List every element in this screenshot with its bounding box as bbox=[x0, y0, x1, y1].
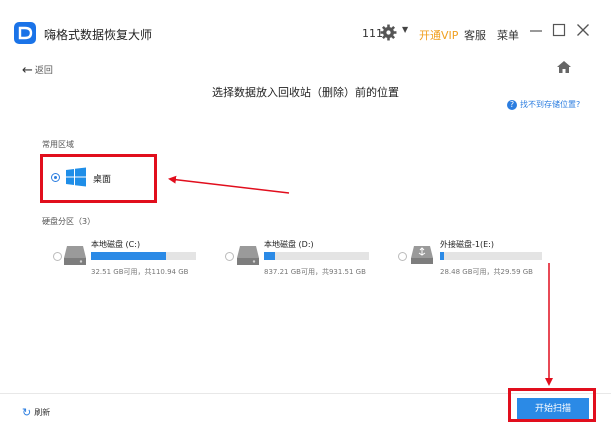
disk-d-usage-bar bbox=[264, 252, 369, 260]
usb-drive-icon bbox=[411, 246, 433, 264]
refresh-label: 刷新 bbox=[34, 408, 51, 417]
vip-button[interactable]: 开通VIP bbox=[419, 27, 458, 43]
refresh-icon: ↻ bbox=[22, 406, 32, 419]
question-icon: ? bbox=[507, 100, 517, 110]
disk-d-name: 本地磁盘 (D:) bbox=[264, 240, 314, 249]
annotation-box-desktop bbox=[40, 154, 157, 203]
disks-section-label: 硬盘分区（3） bbox=[42, 217, 96, 226]
disk-c-size: 32.51 GB可用，共110.94 GB bbox=[91, 268, 189, 276]
disk-c-usage-fill bbox=[91, 252, 166, 260]
maximize-icon[interactable] bbox=[551, 22, 567, 38]
disk-d-usage-fill bbox=[264, 252, 275, 260]
gear-icon[interactable] bbox=[380, 24, 397, 41]
help-link[interactable]: ? 找不到存储位置? bbox=[507, 99, 580, 110]
disk-d-radio[interactable] bbox=[225, 252, 234, 261]
caret-down-icon[interactable]: ▼ bbox=[402, 25, 408, 34]
menu-button[interactable]: 菜单 bbox=[497, 27, 519, 43]
disk-e-radio[interactable] bbox=[398, 252, 407, 261]
common-section-label: 常用区域 bbox=[42, 140, 74, 149]
service-button[interactable]: 客服 bbox=[464, 27, 486, 43]
disk-d-size: 837.21 GB可用，共931.51 GB bbox=[264, 268, 366, 276]
hard-drive-icon bbox=[237, 246, 259, 265]
disk-e-usage-fill bbox=[440, 252, 445, 260]
title-bar: 嗨格式数据恢复大师 111 ▼ 开通VIP 客服 菜单 bbox=[0, 0, 611, 52]
app-logo-icon bbox=[14, 22, 36, 44]
disk-c-usage-bar bbox=[91, 252, 196, 260]
back-label: 返回 bbox=[34, 66, 53, 76]
minimize-icon[interactable] bbox=[528, 22, 544, 38]
disk-c-radio[interactable] bbox=[53, 252, 62, 261]
help-link-label: 找不到存储位置? bbox=[520, 100, 581, 109]
home-icon[interactable] bbox=[557, 61, 571, 73]
annotation-arrow-left bbox=[168, 175, 290, 194]
app-title: 嗨格式数据恢复大师 bbox=[44, 28, 153, 42]
annotation-box-scan bbox=[508, 388, 596, 422]
arrow-left-icon: ← bbox=[22, 63, 33, 78]
page-title: 选择数据放入回收站（删除）前的位置 bbox=[212, 86, 399, 99]
disk-e-size: 28.48 GB可用，共29.59 GB bbox=[440, 268, 533, 276]
refresh-button[interactable]: ↻ 刷新 bbox=[22, 405, 51, 419]
hard-drive-icon bbox=[64, 246, 86, 265]
disk-e-usage-bar bbox=[440, 252, 542, 260]
disk-e-name: 外接磁盘-1(E:) bbox=[440, 240, 494, 249]
back-button[interactable]: ← 返回 bbox=[22, 62, 53, 78]
disk-c-name: 本地磁盘 (C:) bbox=[91, 240, 141, 249]
close-icon[interactable] bbox=[575, 22, 591, 38]
